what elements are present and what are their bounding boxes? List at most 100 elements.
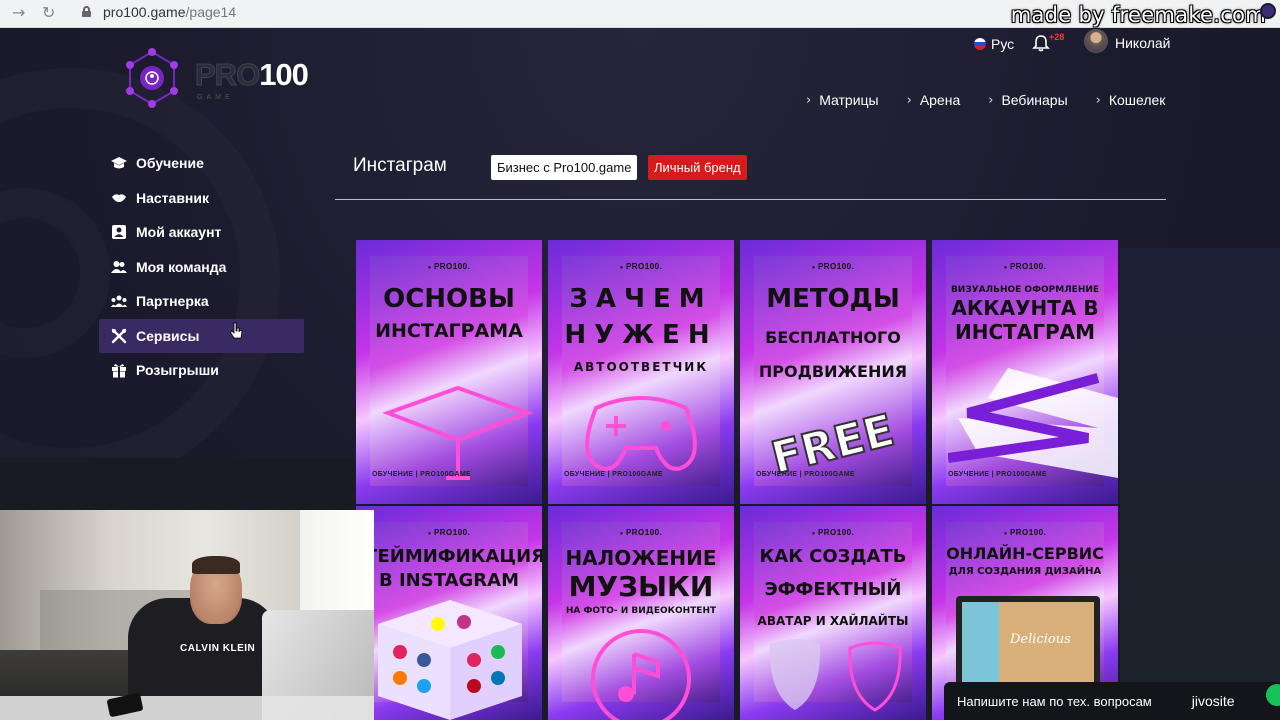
nav-item-label: Кошелек: [1108, 92, 1166, 108]
brush-stroke-icon: [948, 368, 1118, 478]
course-card[interactable]: PRO100. НАЛОЖЕНИЕ МУЗЫКИ НА ФОТО- И ВИДЕ…: [548, 506, 734, 720]
card-brand: PRO100.: [932, 262, 1118, 271]
nav-item-label: Вебинары: [1001, 92, 1068, 108]
nav-item-arena[interactable]: › Арена: [907, 92, 961, 108]
card-brand: PRO100.: [356, 262, 542, 271]
card-brand: PRO100.: [548, 262, 734, 271]
background-slab: [1120, 248, 1280, 720]
user-card-icon: [111, 224, 127, 240]
card-title-line: ДЛЯ СОЗДАНИЯ ДИЗАЙНА: [948, 566, 1102, 577]
chevron-right-icon: ›: [906, 92, 912, 108]
section-title: Инстаграм: [353, 155, 447, 176]
card-title-line: НА ФОТО- И ВИДЕОКОНТЕНТ: [565, 606, 717, 616]
card-brand: PRO100.: [740, 262, 926, 271]
course-card[interactable]: PRO100. МЕТОДЫ БЕСПЛАТНОГО ПРОДВИЖЕНИЯ F…: [740, 240, 926, 504]
card-title-line: ИНСТАГРАМ: [954, 320, 1096, 344]
support-chat-widget[interactable]: Напишите нам по тех. вопросам jivosite: [944, 682, 1280, 720]
page-area: PRO100 GAME Рус +28 Николай › Матрицы › Ар…: [0, 28, 1280, 720]
tools-icon: [111, 328, 127, 344]
profile-icon[interactable]: [1260, 3, 1276, 19]
card-title-line: ОСНОВЫ: [383, 284, 515, 314]
tablet-screen: Delicious: [962, 602, 1094, 688]
card-title-line: КАК СОЗДАТЬ: [759, 546, 907, 567]
card-title-line: В INSTAGRAM: [378, 570, 519, 591]
sidebar-item-label: Розыгрыши: [136, 362, 219, 379]
pro100-logo[interactable]: PRO100 GAME: [122, 48, 322, 110]
sidebar-item-partners[interactable]: Партнерка: [99, 284, 304, 319]
tablet-mockup: Delicious: [956, 596, 1100, 694]
username[interactable]: Николай: [1115, 35, 1170, 51]
course-card[interactable]: PRO100. ВИЗУАЛЬНОЕ ОФОРМЛЕНИЕ АККАУНТА В…: [932, 240, 1118, 504]
logo-hexagon-icon: [126, 48, 178, 108]
team-icon: [111, 259, 127, 275]
sidebar-item-label: Сервисы: [136, 327, 200, 344]
chat-prompt: Напишите нам по тех. вопросам: [957, 693, 1152, 709]
music-note-icon: [591, 629, 691, 720]
graduation-cap-icon: [111, 155, 127, 171]
language-selector[interactable]: Рус: [974, 36, 1014, 52]
divider: [335, 199, 1166, 200]
nav-item-webinars[interactable]: › Вебинары: [988, 92, 1067, 108]
webcam-person-hair: [192, 556, 240, 574]
sidebar-item-giveaways[interactable]: Розыгрыши: [99, 353, 304, 388]
nav-item-label: Матрицы: [819, 92, 879, 108]
card-title-line: МУЗЫКИ: [568, 570, 714, 603]
sidebar-item-label: Партнерка: [136, 293, 209, 310]
filter-chip-personal-brand[interactable]: Личный бренд: [648, 155, 747, 180]
browser-toolbar: → ↻ pro100.game/page14 made by freemake.…: [0, 0, 1280, 28]
watermark-text: made by freemake.com: [1010, 3, 1266, 27]
address-bar[interactable]: pro100.game/page14: [103, 4, 236, 20]
sidebar-item-label: Наставник: [136, 189, 210, 206]
course-card[interactable]: PRO100. ЗАЧЕМ НУЖЕН АВТООТВЕТЧИК ОБУЧЕНИ…: [548, 240, 734, 504]
card-title-line: ВИЗУАЛЬНОЕ ОФОРМЛЕНИЕ: [950, 285, 1100, 295]
partners-icon: [111, 293, 127, 309]
theater-masks-icon: [769, 639, 902, 712]
chat-bubble-icon[interactable]: [1266, 684, 1280, 706]
card-brand: PRO100.: [932, 528, 1118, 537]
sidebar-item-services[interactable]: Сервисы: [99, 318, 304, 353]
card-title-line: НАЛОЖЕНИЕ: [565, 546, 717, 570]
mouse-cursor-icon: [230, 322, 243, 339]
webcam-shirt-text: CALVIN KLEIN: [180, 643, 256, 654]
card-title-line: ЗАЧЕМ: [569, 284, 713, 314]
reload-icon[interactable]: ↻: [42, 3, 55, 22]
sidebar-item-mentor[interactable]: Наставник: [99, 181, 304, 216]
avatar[interactable]: [1084, 29, 1108, 53]
forward-arrow-icon[interactable]: →: [12, 3, 25, 22]
graduation-cap-icon: [382, 385, 534, 480]
lock-icon[interactable]: [82, 6, 91, 17]
webcam-desk: [0, 696, 374, 720]
chevron-right-icon: ›: [806, 92, 812, 108]
card-title-line: БЕСПЛАТНОГО: [765, 328, 901, 347]
card-title-line: ГЕЙМИФИКАЦИЯ: [366, 546, 542, 567]
language-label: Рус: [991, 36, 1015, 52]
nav-item-wallet[interactable]: › Кошелек: [1096, 92, 1166, 108]
filter-chip-business[interactable]: Бизнес с Pro100.game: [491, 155, 638, 180]
card-title-line: ОНЛАЙН-СЕРВИС: [946, 544, 1104, 563]
card-title-line: АККАУНТА В: [951, 296, 1099, 320]
logo-wordmark: PRO100: [194, 57, 308, 93]
card-footer: ОБУЧЕНИЕ | PRO100GAME: [564, 471, 663, 478]
card-footer: ОБУЧЕНИЕ | PRO100GAME: [948, 471, 1047, 478]
card-brand: PRO100.: [356, 528, 542, 537]
sidebar-item-account[interactable]: Мой аккаунт: [99, 215, 304, 250]
nav-item-label: Арена: [919, 92, 961, 108]
card-title-line: ЭФФЕКТНЫЙ: [764, 579, 902, 600]
chat-brand: jivosite: [1191, 693, 1235, 709]
course-card[interactable]: PRO100. КАК СОЗДАТЬ ЭФФЕКТНЫЙ АВАТАР И Х…: [740, 506, 926, 720]
bell-icon[interactable]: [1032, 34, 1050, 52]
sidebar-item-team[interactable]: Моя команда: [99, 250, 304, 285]
top-navigation: › Матрицы › Арена › Вебинары › Кошелек: [806, 92, 1165, 108]
gift-icon: [111, 362, 127, 379]
nav-item-matrices[interactable]: › Матрицы: [806, 92, 879, 108]
card-brand: PRO100.: [740, 528, 926, 537]
card-title-line: ИНСТАГРАМА: [375, 320, 523, 342]
card-brand: PRO100.: [548, 528, 734, 537]
course-card[interactable]: PRO100. ГЕЙМИФИКАЦИЯ В INSTAGRAM: [356, 506, 542, 720]
course-card[interactable]: PRO100. ОСНОВЫ ИНСТАГРАМА ОБУЧЕНИЕ | PRO…: [356, 240, 542, 504]
sidebar-item-learning[interactable]: Обучение: [99, 146, 304, 181]
card-title-line: АВТООТВЕТЧИК: [573, 360, 709, 374]
card-footer: ОБУЧЕНИЕ | PRO100GAME: [372, 471, 471, 478]
card-title-line: МЕТОДЫ: [766, 284, 900, 314]
card-footer: ОБУЧЕНИЕ | PRO100GAME: [756, 471, 855, 478]
